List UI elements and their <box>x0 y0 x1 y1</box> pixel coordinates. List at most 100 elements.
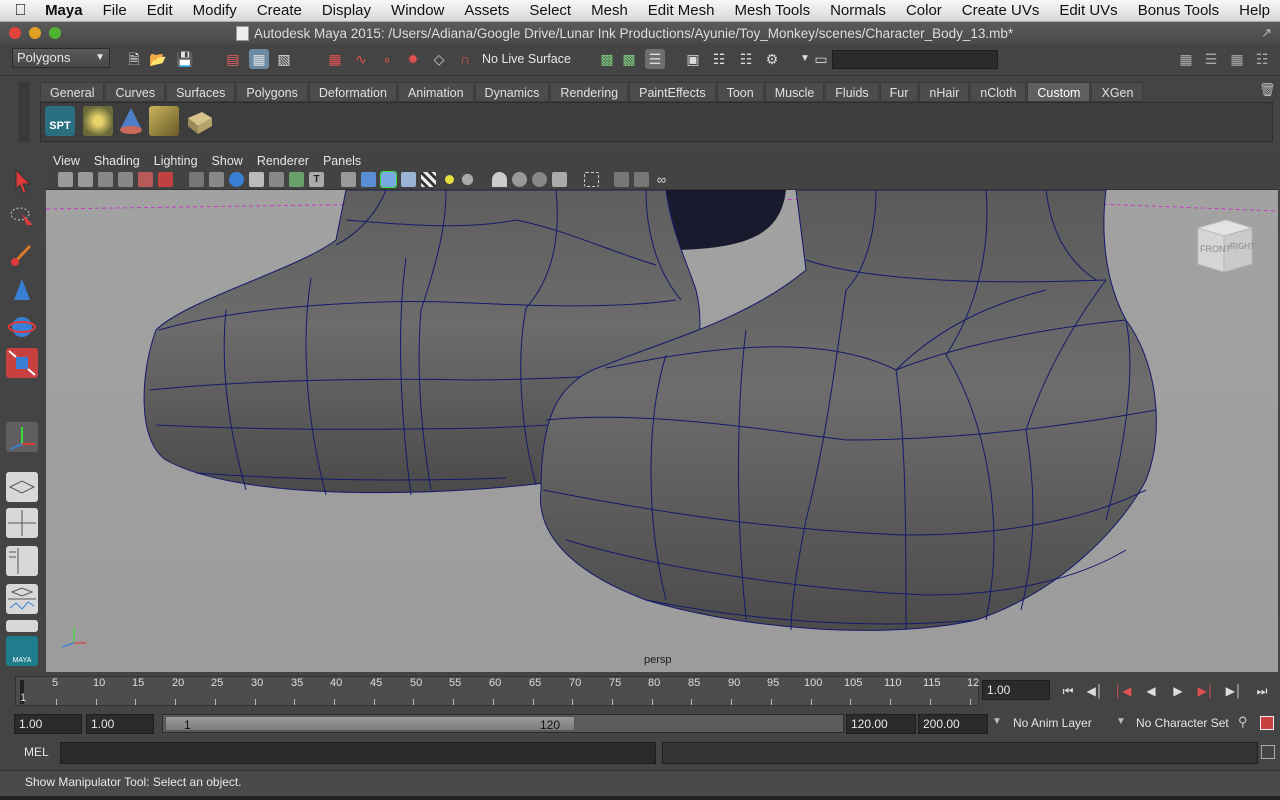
menu-color[interactable]: Color <box>896 2 952 19</box>
panel-menu-view[interactable]: View <box>46 154 87 168</box>
shelf-tab-custom[interactable]: Custom <box>1027 82 1091 102</box>
shelf-tab-surfaces[interactable]: Surfaces <box>166 82 236 102</box>
safe-action-icon[interactable] <box>289 172 304 187</box>
move-tool[interactable] <box>6 276 38 306</box>
shelf-tab-nhair[interactable]: nHair <box>919 82 970 102</box>
save-scene-icon[interactable]: 💾 <box>175 49 195 69</box>
snap-curve-icon[interactable]: ∿ <box>351 49 371 69</box>
isolate-select-icon[interactable] <box>584 172 599 187</box>
multisample-aa-icon[interactable] <box>532 172 547 187</box>
shelf-tab-animation[interactable]: Animation <box>397 82 474 102</box>
input-ops-icon[interactable]: ▩ <box>597 49 617 69</box>
render-current-icon[interactable]: ☷ <box>709 49 729 69</box>
select-tool[interactable] <box>6 166 38 196</box>
panel-menu-panels[interactable]: Panels <box>316 154 368 168</box>
screen-space-ao-icon[interactable] <box>492 172 507 187</box>
menu-help[interactable]: Help <box>1229 2 1280 19</box>
menu-mesh[interactable]: Mesh <box>581 2 638 19</box>
resolution-gate-icon[interactable] <box>229 172 244 187</box>
attribute-editor-icon[interactable]: ☰ <box>1201 49 1221 69</box>
fullscreen-icon[interactable]: ↗ <box>1261 25 1272 41</box>
playback-start-field[interactable]: 1.00 <box>86 714 154 734</box>
menu-bonus-tools[interactable]: Bonus Tools <box>1128 2 1229 19</box>
range-slider[interactable]: 1 120 <box>162 714 844 733</box>
persp-graph-hypergraph-layout[interactable] <box>6 620 38 632</box>
apple-icon[interactable]:  <box>0 2 41 20</box>
step-forward-frame-icon[interactable]: ▶│ <box>1224 683 1244 699</box>
shelf-tab-curves[interactable]: Curves <box>105 82 166 102</box>
animation-start-field[interactable]: 1.00 <box>14 714 82 734</box>
depth-of-field-icon[interactable] <box>552 172 567 187</box>
rotate-tool[interactable] <box>6 312 38 342</box>
make-live-icon[interactable]: ∩ <box>455 49 475 69</box>
step-back-frame-icon[interactable]: ◀│ <box>1085 683 1105 699</box>
shelf-button-4[interactable] <box>149 106 179 136</box>
shelf-tab-dynamics[interactable]: Dynamics <box>474 82 550 102</box>
go-to-end-icon[interactable]: ⏭ <box>1252 683 1272 699</box>
image-plane-icon[interactable] <box>118 172 133 187</box>
go-to-start-icon[interactable]: ⏮ <box>1058 683 1078 699</box>
texture-icon[interactable] <box>421 172 436 187</box>
construction-history-icon[interactable]: ☰ <box>645 49 665 69</box>
show-manipulator-tool[interactable] <box>6 422 38 452</box>
snap-point-icon[interactable]: ∘ <box>377 49 397 69</box>
grease-pencil-icon[interactable] <box>158 172 173 187</box>
shelf-button-2[interactable] <box>83 106 113 136</box>
quick-selection-field[interactable] <box>832 50 998 69</box>
lasso-tool[interactable] <box>6 202 38 232</box>
menu-set-dropdown[interactable]: Polygons ▼ <box>12 48 110 68</box>
gate-mask-icon[interactable] <box>249 172 264 187</box>
render-settings-icon[interactable]: ⚙ <box>762 49 782 69</box>
bookmarks-icon[interactable] <box>98 172 113 187</box>
wireframe-on-shaded-icon[interactable] <box>380 171 397 188</box>
menu-modify[interactable]: Modify <box>183 2 247 19</box>
chevron-down-icon[interactable]: ▼ <box>992 716 1002 727</box>
menu-assets[interactable]: Assets <box>454 2 519 19</box>
shelf-tab-rendering[interactable]: Rendering <box>550 82 629 102</box>
xray-active-icon[interactable] <box>634 172 649 187</box>
select-hierarchy-icon[interactable]: ▤ <box>223 49 243 69</box>
command-input[interactable] <box>60 742 656 764</box>
shelf-tab-polygons[interactable]: Polygons <box>236 82 308 102</box>
shelf-button-3[interactable] <box>116 106 146 136</box>
shelf-tab-painteffects[interactable]: PaintEffects <box>629 82 716 102</box>
shelf-button-5[interactable] <box>184 106 214 136</box>
time-slider[interactable]: 1 5 10 15 20 25 30 35 40 45 50 55 60 65 … <box>15 676 979 706</box>
shelf-tab-deformation[interactable]: Deformation <box>308 82 397 102</box>
panel-menu-renderer[interactable]: Renderer <box>250 154 316 168</box>
menu-create-uvs[interactable]: Create UVs <box>952 2 1050 19</box>
menu-select[interactable]: Select <box>519 2 581 19</box>
mel-label[interactable]: MEL <box>24 745 49 759</box>
select-camera-icon[interactable] <box>58 172 73 187</box>
modeling-toolkit-icon[interactable]: ▦ <box>1176 49 1196 69</box>
playback-end-field[interactable]: 120.00 <box>846 714 916 734</box>
paint-select-tool[interactable] <box>6 240 38 270</box>
snap-view-icon[interactable]: ✸ <box>403 49 423 69</box>
single-perspective-layout[interactable] <box>6 472 38 502</box>
tool-settings-icon[interactable]: ▦ <box>1227 49 1247 69</box>
shelf-tab-fur[interactable]: Fur <box>879 82 919 102</box>
step-back-key-icon[interactable]: │◀ <box>1113 683 1133 699</box>
close-window-button[interactable] <box>9 27 21 39</box>
script-editor-icon[interactable] <box>1261 745 1275 759</box>
menu-edit-uvs[interactable]: Edit UVs <box>1049 2 1127 19</box>
open-scene-icon[interactable]: 📂 <box>148 49 168 69</box>
shelf-tab-fluids[interactable]: Fluids <box>825 82 879 102</box>
channel-box-icon[interactable]: ☷ <box>1252 49 1272 69</box>
select-object-icon[interactable]: ▦ <box>249 49 269 69</box>
minimize-window-button[interactable] <box>29 27 41 39</box>
film-gate-icon[interactable] <box>209 172 224 187</box>
smooth-shade-icon[interactable] <box>361 172 376 187</box>
xray-joints-icon[interactable] <box>614 172 629 187</box>
preferences-icon[interactable] <box>1260 716 1274 730</box>
shelf-tab-xgen[interactable]: XGen <box>1091 82 1144 102</box>
lights-icon[interactable] <box>445 175 454 184</box>
character-set-dropdown[interactable]: No Character Set <box>1136 716 1229 730</box>
range-slider-handle[interactable]: 1 120 <box>165 716 575 732</box>
menu-edit[interactable]: Edit <box>137 2 183 19</box>
chevron-down-icon[interactable]: ▼ <box>1116 716 1126 727</box>
output-ops-icon[interactable]: ▩ <box>619 49 639 69</box>
menu-normals[interactable]: Normals <box>820 2 896 19</box>
share-icon[interactable]: ∞ <box>654 172 669 187</box>
panel-menu-shading[interactable]: Shading <box>87 154 147 168</box>
